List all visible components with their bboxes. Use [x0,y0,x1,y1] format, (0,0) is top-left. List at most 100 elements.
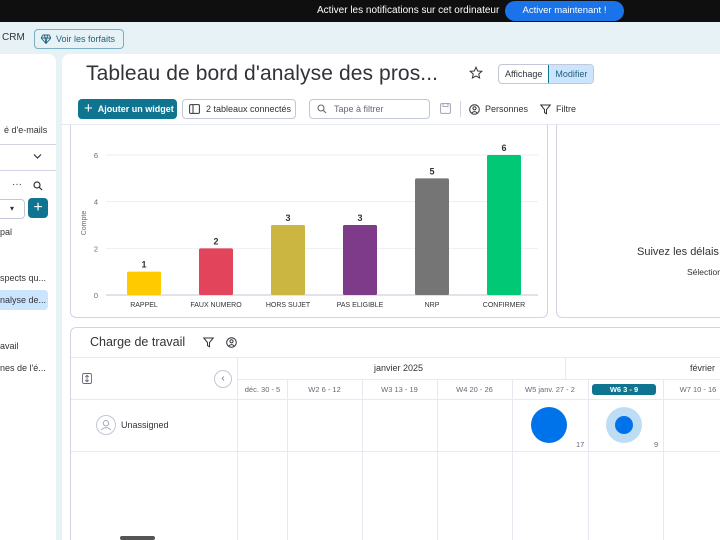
view-mode-button[interactable]: Affichage [499,65,548,83]
x-category-label: HORS SUJET [266,302,311,309]
week-label: W3 13 - 19 [381,385,418,394]
deadlines-widget[interactable] [556,125,720,318]
page-title[interactable]: Tableau de bord d'analyse des pros... [86,62,438,86]
sidebar-item-mes[interactable]: nes de l'é... [0,363,46,373]
bar-rappel[interactable] [127,271,161,295]
x-category-label: PAS ELIGIBLE [337,302,384,309]
sidebar-divider [0,170,56,171]
add-item-button[interactable]: + [28,198,48,218]
month-separator [565,358,566,379]
week-label: déc. 30 - 5 [244,385,281,394]
funnel-icon[interactable] [203,337,214,348]
see-plans-button[interactable]: Voir les forfaits [34,29,124,49]
diamond-icon [41,34,51,44]
workload-count: 17 [576,440,585,449]
sidebar-item-analyse[interactable]: nalyse de... [0,295,46,305]
search-icon[interactable] [33,181,43,191]
y-axis-label: Compte [81,211,88,236]
bar-value-label: 6 [501,143,506,153]
filter-label: Filtre [556,104,576,114]
save-view-icon[interactable] [440,103,451,114]
edit-mode-button[interactable]: Modifier [548,65,594,83]
y-tick-label: 6 [94,151,98,160]
chevron-down-icon[interactable] [33,153,42,160]
star-icon[interactable] [469,66,483,80]
y-axis-ticks: 0 2 4 6 [94,151,98,300]
week-column-divider [588,380,589,540]
notification-bar: Activer les notifications sur cet ordina… [0,0,720,22]
search-icon [317,104,327,114]
bar-value-label: 1 [141,260,146,270]
sidebar-item-principal[interactable]: pal [0,227,12,237]
person-icon [469,103,480,115]
bar-hors-sujet[interactable] [271,225,305,295]
y-tick-label: 2 [94,244,98,253]
week-column-divider [362,380,363,540]
week-label-current: W6 3 - 9 [592,384,656,395]
deadlines-subtitle: Sélection [687,267,720,277]
month-label: février [690,363,716,373]
x-category-label: FAUX NUMERO [190,302,242,309]
filter-button[interactable]: Filtre [540,99,576,119]
bar-chart: 0 2 4 6 Compte 1 2 3 3 5 6 RAPPEL FAUX NUMERO HORS… [81,143,538,309]
board-icon [189,104,200,114]
row-divider [71,451,720,452]
horizontal-scrollbar[interactable] [120,536,155,540]
workspace-selector[interactable]: ▾ [0,199,25,219]
bar-value-label: 2 [213,236,218,246]
bar-pas-eligible[interactable] [343,225,377,295]
bar-faux-numero[interactable] [199,248,233,295]
see-plans-label: Voir les forfaits [56,34,116,44]
sidebar-item-travail[interactable]: avail [0,341,19,351]
deadlines-title: Suivez les délais [637,246,719,258]
unassigned-avatar [96,415,116,435]
bar-value-label: 3 [285,213,290,223]
bar-confirmer[interactable] [487,155,521,295]
week-column-divider [663,380,664,540]
sidebar-item-emails[interactable]: é d'e-mails [4,125,47,135]
workload-title[interactable]: Charge de travail [90,335,185,349]
bar-value-label: 5 [429,166,434,176]
funnel-icon [540,104,551,115]
month-label: janvier 2025 [374,363,424,373]
week-divider [71,399,720,400]
chart-bars [127,155,521,295]
notification-text: Activer les notifications sur cet ordina… [317,5,500,16]
week-column-divider [287,380,288,540]
sidebar-item-prospects[interactable]: spects qu... [0,273,46,283]
plus-icon: + [84,100,93,117]
week-label: W7 10 - 16 [679,385,717,394]
workload-header-divider [71,357,720,358]
week-column-divider [512,380,513,540]
people-filter-button[interactable]: Personnes [469,99,528,119]
x-category-label: RAPPEL [130,302,158,309]
enable-notifications-button[interactable]: Activer maintenant ! [505,1,624,21]
chart-grid [106,154,538,296]
add-widget-label: Ajouter un widget [97,104,174,114]
collapse-left-button[interactable]: ‹ [214,370,232,388]
x-category-label: CONFIRMER [483,302,525,309]
toolbar-separator [460,101,461,117]
app-topbar: CRM Voir les forfaits [0,22,720,54]
person-icon[interactable] [226,337,237,348]
app-name: CRM [2,32,25,43]
left-sidebar: é d'e-mails ··· ▾ + pal spects qu... nal… [0,54,56,540]
bar-value-label: 3 [357,213,362,223]
workload-bubble-w5[interactable] [531,407,567,443]
value-labels: 1 2 3 3 5 6 [141,143,506,270]
y-tick-label: 4 [94,198,98,207]
filter-input[interactable]: Tape à filtrer [309,99,430,119]
add-widget-button[interactable]: + Ajouter un widget [78,99,177,119]
expand-rows-icon[interactable] [82,373,92,384]
week-label: W4 20 - 26 [456,385,493,394]
month-divider [238,379,720,380]
connected-boards-label: 2 tableaux connectés [206,104,292,114]
week-label: W2 6 - 12 [308,385,341,394]
people-filter-label: Personnes [485,104,529,114]
bar-nrp[interactable] [415,178,449,295]
more-options-icon[interactable]: ··· [12,179,22,190]
y-tick-label: 0 [94,291,98,300]
connected-boards-button[interactable]: 2 tableaux connectés [182,99,296,119]
workload-count: 9 [654,440,659,449]
workload-bubble-w6[interactable] [615,416,633,434]
